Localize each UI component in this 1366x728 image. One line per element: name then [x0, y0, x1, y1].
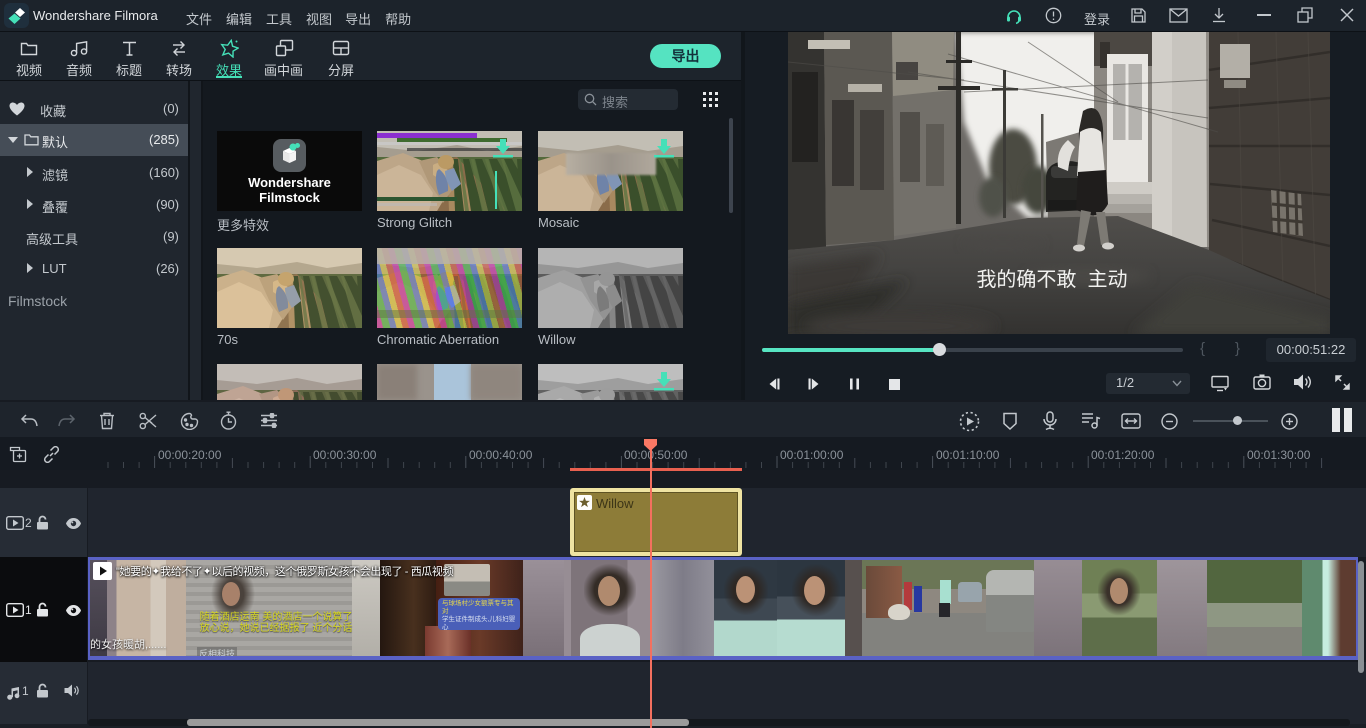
svg-text:我的确不敢 主动: 我的确不敢 主动: [976, 268, 1127, 291]
